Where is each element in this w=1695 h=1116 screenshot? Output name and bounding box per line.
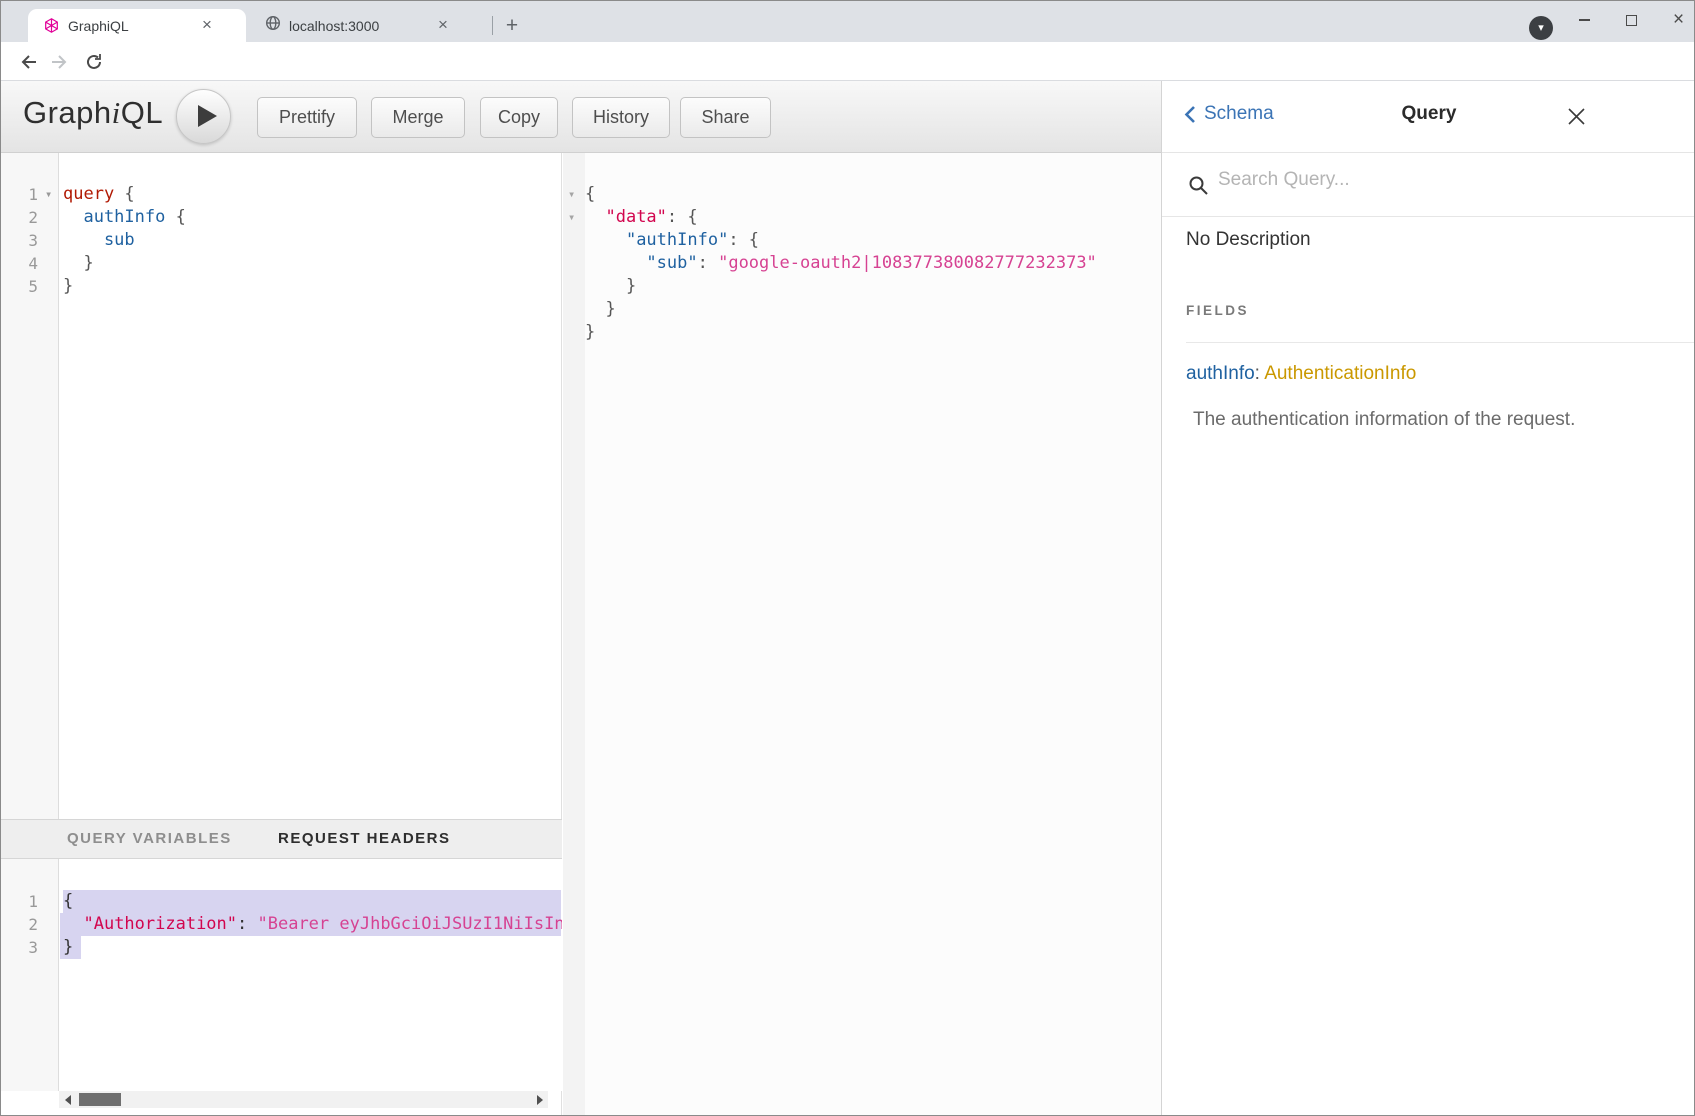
tab-request-headers[interactable]: REQUEST HEADERS xyxy=(278,820,451,858)
line-number: 5 xyxy=(28,275,38,298)
result-code-line: { xyxy=(585,183,595,206)
new-tab-button[interactable]: + xyxy=(500,14,524,38)
globe-favicon-icon xyxy=(265,15,281,36)
fold-arrow-icon[interactable]: ▾ xyxy=(568,206,575,229)
tab-title: localhost:3000 xyxy=(289,18,434,34)
field-authinfo: authInfo: AuthenticationInfo xyxy=(1186,363,1416,385)
result-code-line: "data": { xyxy=(585,206,698,229)
tab-search-button[interactable]: ▾ xyxy=(1529,16,1553,40)
field-name-link[interactable]: authInfo xyxy=(1186,363,1255,384)
search-icon xyxy=(1188,175,1209,201)
result-code-line: } xyxy=(585,275,636,298)
copy-button[interactable]: Copy xyxy=(480,97,558,138)
tab-graphiql[interactable]: GraphiQL × xyxy=(28,9,246,42)
window-close-button[interactable]: × xyxy=(1656,1,1695,39)
query-code-line[interactable]: } xyxy=(63,252,94,275)
prettify-button[interactable]: Prettify xyxy=(257,97,357,138)
graphiql-logo: GraphiQL xyxy=(23,95,163,131)
reload-icon[interactable] xyxy=(83,51,105,78)
field-description: The authentication information of the re… xyxy=(1193,409,1575,431)
scroll-right-button[interactable] xyxy=(531,1091,548,1108)
line-number: 2 xyxy=(28,913,38,936)
query-code-line[interactable]: sub xyxy=(63,229,135,252)
fold-arrow-icon[interactable]: ▾ xyxy=(568,183,575,206)
browser-toolbar: localhost:3000 UO b P Tp L Aktualisi xyxy=(1,42,1694,81)
result-gutter: ▾ ▾ xyxy=(563,153,585,1115)
horizontal-scrollbar[interactable] xyxy=(59,1091,548,1108)
browser-window: GraphiQL × localhost:3000 × + ▾ × xyxy=(0,0,1695,1116)
query-code-line[interactable]: query { xyxy=(63,183,135,206)
fields-heading: FIELDS xyxy=(1186,303,1249,318)
line-number: 3 xyxy=(28,229,38,252)
query-code-line[interactable]: } xyxy=(63,275,73,298)
scroll-left-button[interactable] xyxy=(59,1091,76,1108)
headers-code-line[interactable]: { xyxy=(63,890,73,913)
line-number: 3 xyxy=(28,936,38,959)
line-number: 1 xyxy=(28,890,38,913)
maximize-icon xyxy=(1626,15,1637,26)
caret-down-icon: ▾ xyxy=(1538,23,1544,34)
scroll-left-icon xyxy=(65,1095,71,1105)
doc-explorer-header: Schema Query xyxy=(1162,81,1695,153)
minimize-icon xyxy=(1579,19,1590,21)
text-selection xyxy=(63,890,561,913)
headers-code-line[interactable]: } xyxy=(63,936,73,959)
no-description-text: No Description xyxy=(1186,229,1311,251)
share-button[interactable]: Share xyxy=(680,97,771,138)
fields-divider xyxy=(1186,342,1695,343)
result-code-line: "authInfo": { xyxy=(585,229,759,252)
minimize-button[interactable] xyxy=(1562,1,1607,39)
headers-gutter: 1 2 3 xyxy=(1,859,59,1091)
play-icon xyxy=(198,105,217,127)
tab-divider xyxy=(492,16,493,35)
scroll-right-icon xyxy=(537,1095,543,1105)
tab-close-icon[interactable]: × xyxy=(434,17,452,35)
request-headers-editor[interactable]: 1 2 3 { "Authorization": "Bearer eyJhbGc… xyxy=(1,859,562,1091)
result-pane: ▾ ▾ { "data": { "authInfo": { "sub": "go… xyxy=(563,153,1161,1115)
doc-close-button[interactable] xyxy=(1561,101,1591,131)
execute-query-button[interactable] xyxy=(176,89,231,144)
secondary-editor-titlebar: QUERY VARIABLES REQUEST HEADERS xyxy=(1,819,562,859)
merge-button[interactable]: Merge xyxy=(371,97,465,138)
line-number: 2 xyxy=(28,206,38,229)
close-icon xyxy=(1566,106,1587,127)
maximize-button[interactable] xyxy=(1609,1,1654,39)
result-code-line: } xyxy=(585,298,616,321)
query-gutter: 1 2 3 4 5 ▾ xyxy=(1,153,59,819)
tab-query-variables[interactable]: QUERY VARIABLES xyxy=(67,820,232,858)
scrollbar-thumb[interactable] xyxy=(79,1093,121,1106)
graphiql-favicon-icon xyxy=(43,17,60,34)
tab-close-icon[interactable]: × xyxy=(198,17,216,35)
query-code-line[interactable]: authInfo { xyxy=(63,206,186,229)
line-number: 1 xyxy=(28,183,38,206)
doc-search-input[interactable] xyxy=(1218,169,1638,191)
tab-title: GraphiQL xyxy=(68,18,198,34)
forward-icon[interactable] xyxy=(49,51,71,78)
field-type-link[interactable]: AuthenticationInfo xyxy=(1264,363,1416,384)
doc-explorer-title: Query xyxy=(1162,103,1695,125)
back-icon[interactable] xyxy=(17,51,39,78)
tab-localhost[interactable]: localhost:3000 × xyxy=(248,9,484,42)
doc-search-row xyxy=(1162,153,1695,217)
doc-explorer: Schema Query No Description FIELDS authI… xyxy=(1161,81,1695,1115)
headers-code-line[interactable]: "Authorization": "Bearer eyJhbGciOiJSUzI… xyxy=(63,913,562,936)
result-code-line: } xyxy=(585,321,595,344)
tab-strip: GraphiQL × localhost:3000 × + ▾ × xyxy=(1,1,1694,42)
fold-arrow-icon[interactable]: ▾ xyxy=(45,183,52,206)
result-code-line: "sub": "google-oauth2|108377380082777232… xyxy=(585,252,1097,275)
history-button[interactable]: History xyxy=(572,97,670,138)
line-number: 4 xyxy=(28,252,38,275)
